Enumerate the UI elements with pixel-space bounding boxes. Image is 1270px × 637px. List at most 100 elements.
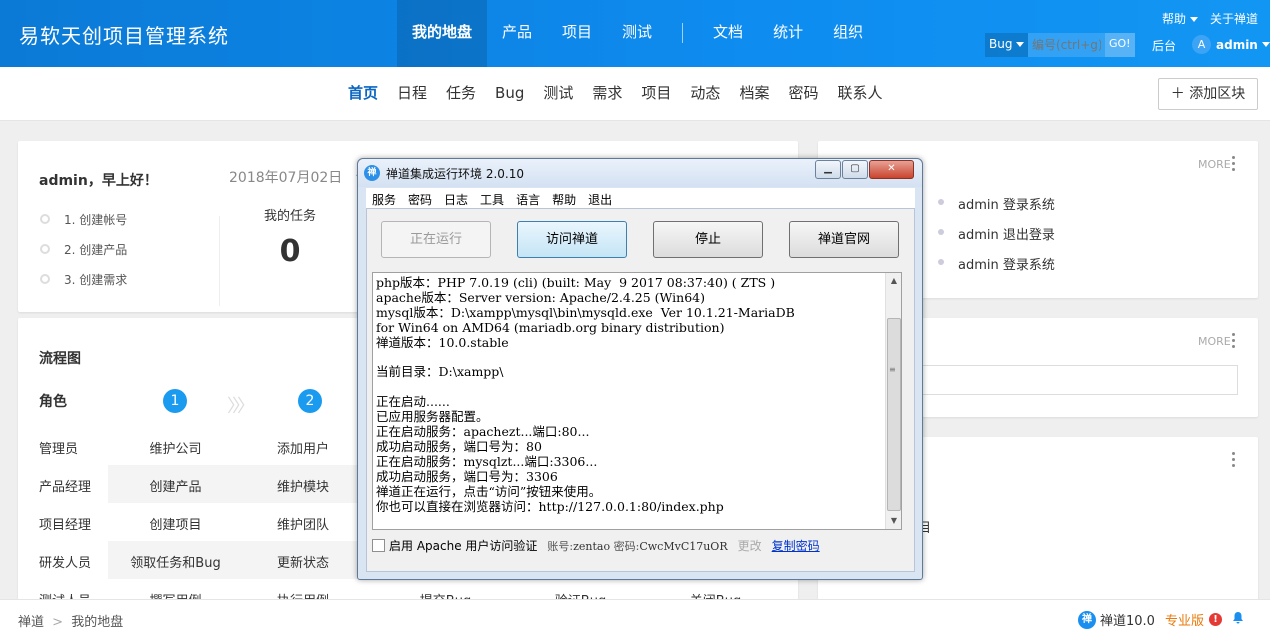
change-link[interactable]: 更改: [738, 537, 762, 554]
onboarding-steps: 1. 创建帐号 2. 创建产品 3. 创建需求: [40, 211, 127, 301]
chevron-down-icon: [1016, 42, 1025, 47]
greeting: admin，早上好！: [39, 173, 158, 189]
more-link[interactable]: MORE: [1198, 335, 1231, 348]
add-block-button[interactable]: ＋ 添加区块: [1158, 78, 1258, 110]
menu-password[interactable]: 密码: [402, 188, 438, 208]
account-label: 账号:: [547, 539, 574, 553]
running-button[interactable]: 正在运行: [381, 221, 491, 258]
visit-zentao-button[interactable]: 访问禅道: [517, 221, 627, 258]
version-text: 禅道10.0: [1100, 614, 1155, 629]
copy-password-link[interactable]: 复制密码: [772, 537, 820, 554]
panel-input[interactable]: [908, 365, 1238, 395]
flow-step[interactable]: 维护模块: [243, 476, 363, 495]
flow-step[interactable]: 维护公司: [108, 438, 243, 457]
bell-icon[interactable]: [1232, 611, 1244, 624]
dynamic-item[interactable]: admin 登录系统: [938, 254, 1055, 273]
flow-role: 项目经理: [39, 518, 92, 533]
subnav-contacts[interactable]: 联系人: [829, 67, 890, 121]
account-info: 账号:zentao 密码:CwcMvC17uOR: [547, 538, 727, 554]
menu-tools[interactable]: 工具: [474, 188, 510, 208]
about-link[interactable]: 关于禅道: [1210, 10, 1258, 27]
log-scrollbar[interactable]: ▲ ≡ ▼: [885, 273, 901, 529]
menu-log[interactable]: 日志: [438, 188, 474, 208]
subnav-dynamic[interactable]: 动态: [682, 67, 728, 121]
search-go-button[interactable]: GO!: [1105, 33, 1135, 57]
date: 2018年07月02日 今: [229, 167, 370, 187]
flow-step[interactable]: 创建项目: [108, 514, 243, 533]
panel-menu-icon[interactable]: [1230, 452, 1236, 470]
nav-product[interactable]: 产品: [487, 0, 547, 67]
panel-menu-icon[interactable]: [1230, 333, 1236, 351]
nav-company[interactable]: 组织: [818, 0, 878, 67]
app-logo-icon: 禅: [364, 165, 380, 181]
subnav-password[interactable]: 密码: [780, 67, 826, 121]
flow-step[interactable]: 创建产品: [108, 476, 243, 495]
scroll-down-icon[interactable]: ▼: [886, 513, 901, 529]
help-menu[interactable]: 帮助: [1162, 10, 1198, 27]
subnav-bug[interactable]: Bug: [487, 67, 532, 121]
breadcrumb-home[interactable]: 禅道: [18, 615, 44, 630]
backend-link[interactable]: 后台: [1152, 37, 1176, 54]
search-input[interactable]: [1028, 33, 1105, 57]
apache-auth-label: 启用 Apache 用户访问验证: [389, 539, 538, 553]
official-site-button[interactable]: 禅道官网: [789, 221, 899, 258]
step-label: 3. 创建需求: [64, 273, 128, 287]
dynamic-item[interactable]: admin 退出登录: [938, 224, 1055, 243]
pro-edition-link[interactable]: 专业版: [1165, 610, 1204, 629]
more-link[interactable]: MORE: [1198, 158, 1231, 171]
brand-title[interactable]: 易软天创项目管理系统: [19, 20, 229, 49]
menu-exit[interactable]: 退出: [582, 188, 618, 208]
window-body: 正在运行 访问禅道 停止 禅道官网 php版本：PHP 7.0.19 (cli)…: [366, 208, 915, 572]
close-button[interactable]: ✕: [869, 160, 914, 179]
subnav-home[interactable]: 首页: [340, 67, 386, 121]
flow-step[interactable]: 领取任务和Bug: [108, 552, 243, 571]
menu-help[interactable]: 帮助: [546, 188, 582, 208]
search-type-select[interactable]: Bug: [985, 33, 1028, 57]
window-titlebar[interactable]: 禅 禅道集成运行环境 2.0.10 ▁ ▢ ✕: [358, 159, 922, 187]
subnav-profile[interactable]: 档案: [731, 67, 777, 121]
scroll-thumb[interactable]: [887, 318, 901, 511]
password-label: 密码:: [613, 539, 640, 553]
my-task-stat[interactable]: 我的任务 0: [260, 205, 320, 269]
dynamic-item[interactable]: admin 登录系统: [938, 194, 1055, 213]
menu-language[interactable]: 语言: [510, 188, 546, 208]
avatar: A: [1192, 35, 1211, 54]
menu-service[interactable]: 服务: [366, 188, 402, 208]
nav-project[interactable]: 项目: [547, 0, 607, 67]
step-item[interactable]: 1. 创建帐号: [40, 211, 127, 241]
step-item[interactable]: 2. 创建产品: [40, 241, 127, 271]
step-item[interactable]: 3. 创建需求: [40, 271, 127, 301]
user-menu[interactable]: A admin: [1192, 35, 1270, 54]
nav-doc[interactable]: 文档: [698, 0, 758, 67]
flow-row: 项目经理 创建项目 维护团队: [18, 503, 358, 541]
subnav-project[interactable]: 项目: [633, 67, 679, 121]
breadcrumb-separator: >: [52, 615, 64, 630]
version-info[interactable]: 禅 禅道10.0 专业版 !: [1078, 610, 1222, 629]
search-box: Bug GO!: [985, 33, 1135, 57]
alert-icon: !: [1208, 613, 1222, 626]
step-label: 2. 创建产品: [64, 243, 128, 257]
nav-qa[interactable]: 测试: [607, 0, 667, 67]
subnav-story[interactable]: 需求: [584, 67, 630, 121]
nav-report[interactable]: 统计: [758, 0, 818, 67]
stop-button[interactable]: 停止: [653, 221, 763, 258]
maximize-button[interactable]: ▢: [842, 160, 868, 179]
flow-step[interactable]: 维护团队: [243, 514, 363, 533]
breadcrumb: 禅道 > 我的地盘: [18, 611, 123, 630]
password-value: CwcMvC17uOR: [639, 539, 728, 553]
flow-step[interactable]: 更新状态: [243, 552, 363, 571]
flow-step[interactable]: 添加用户: [243, 438, 363, 457]
apache-auth-checkbox[interactable]: [372, 539, 385, 552]
subnav-test[interactable]: 测试: [535, 67, 581, 121]
subnav-task[interactable]: 任务: [438, 67, 484, 121]
log-textarea[interactable]: php版本：PHP 7.0.19 (cli) (built: May 9 201…: [372, 272, 902, 530]
nav-my[interactable]: 我的地盘: [397, 0, 487, 67]
scroll-up-icon[interactable]: ▲: [886, 273, 901, 289]
subnav-calendar[interactable]: 日程: [389, 67, 435, 121]
role-header: 角色: [39, 394, 67, 410]
sub-nav: 首页 日程 任务 Bug 测试 需求 项目 动态 档案 密码 联系人 ＋ 添加区…: [0, 67, 1270, 121]
auth-row: 启用 Apache 用户访问验证 账号:zentao 密码:CwcMvC17uO…: [372, 537, 820, 554]
footer-bar: 禅道 > 我的地盘 禅 禅道10.0 专业版 !: [0, 599, 1270, 637]
minimize-button[interactable]: ▁: [815, 160, 841, 179]
panel-menu-icon[interactable]: [1230, 156, 1236, 174]
